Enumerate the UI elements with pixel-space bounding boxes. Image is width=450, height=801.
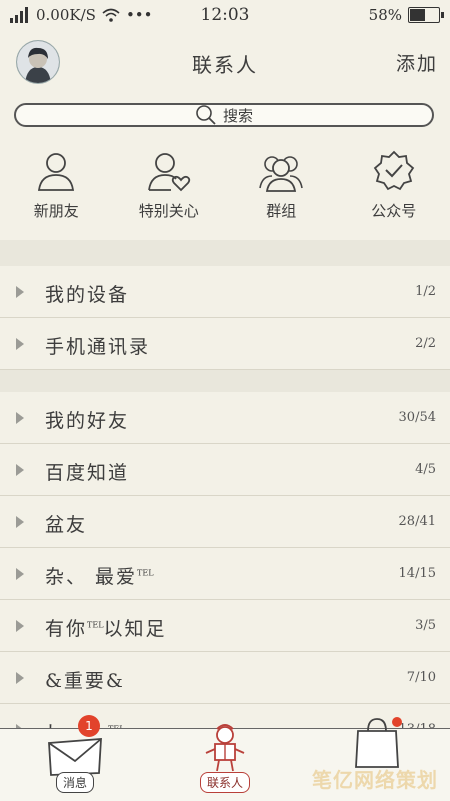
list-item-group[interactable]: 杂、 最爱TEL 14/15 xyxy=(0,548,450,600)
expand-arrow-icon xyxy=(16,672,24,684)
list-item-label: 手机通讯录 xyxy=(45,332,150,359)
tab-contacts[interactable]: 联系人 xyxy=(150,729,300,801)
section-divider xyxy=(0,370,450,392)
expand-arrow-icon xyxy=(16,516,24,528)
section-divider xyxy=(0,240,450,266)
person-heart-icon xyxy=(147,150,191,192)
page-title: 联系人 xyxy=(0,49,450,78)
tab-bar: 1 消息 联系人 笔亿网络策划 xyxy=(0,728,450,801)
list-item-count: 1/2 xyxy=(415,284,436,299)
battery-icon xyxy=(408,7,440,23)
search-placeholder: 搜索 xyxy=(223,105,253,126)
list-item-label: 杂、 最爱TEL xyxy=(45,562,154,589)
expand-arrow-icon xyxy=(16,286,24,298)
list-item-count: 7/10 xyxy=(407,670,436,685)
list-item-group[interactable]: 我的好友 30/54 xyxy=(0,392,450,444)
shortcut-label: 公众号 xyxy=(371,200,416,221)
list-item-label: 有你TEL以知足 xyxy=(45,614,167,641)
status-right: 58% xyxy=(369,6,440,24)
list-item-count: 14/15 xyxy=(399,566,436,581)
shortcut-label: 特别关心 xyxy=(139,200,199,221)
expand-arrow-icon xyxy=(16,568,24,580)
tab-label: 联系人 xyxy=(200,772,250,793)
expand-arrow-icon xyxy=(16,412,24,424)
badge-check-icon xyxy=(372,150,416,192)
person-icon xyxy=(34,150,78,192)
list-item-count: 2/2 xyxy=(415,336,436,351)
header: 联系人 添加 xyxy=(0,32,450,92)
list-item-label: 我的好友 xyxy=(45,406,129,433)
list-item-my-devices[interactable]: 我的设备 1/2 xyxy=(0,266,450,318)
shortcut-official-accounts[interactable]: 公众号 xyxy=(338,150,450,234)
character-icon xyxy=(202,723,248,773)
list-item-group[interactable]: 百度知道 4/5 xyxy=(0,444,450,496)
list-item-label: &重要& xyxy=(45,666,125,693)
watermark: 笔亿网络策划 xyxy=(312,764,438,793)
notification-dot xyxy=(392,717,402,727)
add-button[interactable]: 添加 xyxy=(396,49,438,76)
list-item-label: 盆友 xyxy=(45,510,87,537)
expand-arrow-icon xyxy=(16,620,24,632)
tab-label: 消息 xyxy=(56,772,94,793)
list-item-group[interactable]: 有你TEL以知足 3/5 xyxy=(0,600,450,652)
expand-arrow-icon xyxy=(16,338,24,350)
list-item-group[interactable]: 盆友 28/41 xyxy=(0,496,450,548)
unread-badge: 1 xyxy=(78,715,100,737)
list-item-phone-contacts[interactable]: 手机通讯录 2/2 xyxy=(0,318,450,370)
tab-messages[interactable]: 1 消息 xyxy=(0,729,150,801)
list-item-count: 3/5 xyxy=(415,618,436,633)
search-icon xyxy=(195,104,217,126)
list-item-label: 我的设备 xyxy=(45,280,129,307)
list-item-count: 28/41 xyxy=(399,514,436,529)
shortcut-label: 群组 xyxy=(266,200,296,221)
shortcut-label: 新朋友 xyxy=(34,200,79,221)
battery-percent: 58% xyxy=(369,6,402,24)
list-item-count: 30/54 xyxy=(399,410,436,425)
list-item-label: 百度知道 xyxy=(45,458,129,485)
shortcut-bar: 新朋友 特别关心 群组 公众号 xyxy=(0,150,450,234)
shortcut-special-care[interactable]: 特别关心 xyxy=(113,150,226,234)
expand-arrow-icon xyxy=(16,464,24,476)
envelope-icon xyxy=(45,733,105,777)
search-bar[interactable]: 搜索 xyxy=(14,103,434,127)
list-item-group[interactable]: &重要& 7/10 xyxy=(0,652,450,704)
shortcut-groups[interactable]: 群组 xyxy=(225,150,338,234)
shortcut-new-friends[interactable]: 新朋友 xyxy=(0,150,113,234)
group-icon xyxy=(259,150,303,192)
status-bar: 0.00K/S ••• 12:03 58% xyxy=(0,0,450,32)
list-item-count: 4/5 xyxy=(415,462,436,477)
